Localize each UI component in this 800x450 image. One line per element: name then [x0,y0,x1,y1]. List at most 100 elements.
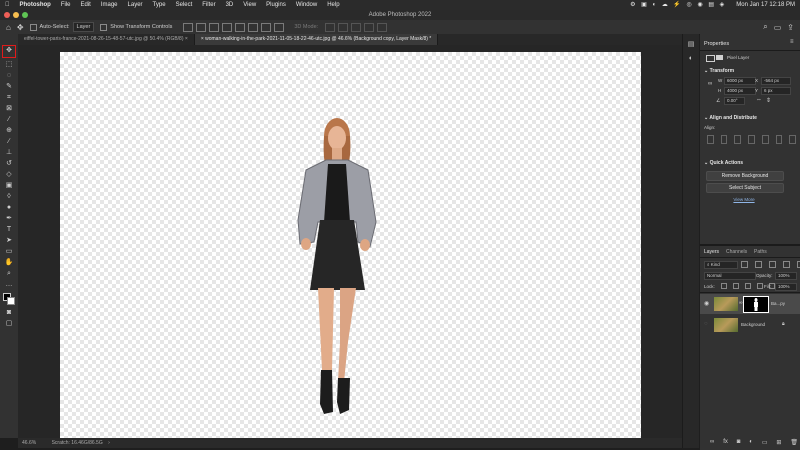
eyedropper-tool-icon[interactable]: ⁄ [3,115,15,125]
chevron-right-icon[interactable]: › [108,440,110,446]
apple-icon[interactable]:  [0,0,15,10]
lasso-tool-icon[interactable]: ◌ [3,71,15,81]
align-more-icon[interactable] [789,135,797,144]
hand-tool-icon[interactable]: ✋ [3,258,15,268]
distribute-icon[interactable] [261,22,272,32]
select-subject-button[interactable]: Select Subject [706,183,784,193]
close-icon[interactable]: × [201,36,204,42]
type-tool-icon[interactable]: T [3,225,15,235]
layer-mask-thumbnail[interactable] [743,296,769,313]
tab-woman-walking[interactable]: × woman-walking-in-the-park-2021-11-05-1… [194,34,439,45]
filter-adjustment-icon[interactable] [755,261,762,268]
show-transform-checkbox[interactable] [100,23,108,31]
lock-position-icon[interactable] [745,283,751,289]
3d-roll-icon[interactable] [338,22,349,32]
fx-icon[interactable]: fx [723,439,728,446]
link-icon[interactable]: ∞ [708,81,712,87]
align-left-icon[interactable] [183,22,194,32]
eye-icon[interactable]: ○ [704,321,708,327]
move-tool-icon[interactable]: ✥ [2,45,16,58]
layer-row-background[interactable]: ○ Background 🔒︎ [700,315,800,335]
lock-artboard-icon[interactable] [757,283,763,289]
menu-file[interactable]: File [56,0,76,10]
width-field[interactable]: 6000 px [724,77,756,85]
align-vertical-centers-icon[interactable] [761,135,769,144]
tab-channels[interactable]: Channels [726,249,747,255]
align-left-edges-icon[interactable] [707,135,714,144]
filter-shape-icon[interactable] [783,261,790,268]
layer-name[interactable]: Background [741,322,765,327]
filter-pixel-icon[interactable] [741,261,748,268]
menu-select[interactable]: Select [171,0,198,10]
close-icon[interactable]: × [185,36,188,42]
quick-actions-section-title[interactable]: ⌄ Quick Actions [704,160,743,166]
share-icon[interactable]: ⇪ [787,23,794,32]
history-panel-icon[interactable]: ▤ [685,40,697,50]
menu-3d[interactable]: 3D [221,0,239,10]
menu-photoshop[interactable]: Photoshop [15,0,56,10]
scratch-info[interactable]: Scratch: 16.46G/86.5G [52,440,103,446]
transform-section-title[interactable]: ⌄ Transform [704,68,734,74]
remove-background-button[interactable]: Remove Background [706,171,784,181]
blend-mode-dropdown[interactable]: Normal [704,272,756,280]
group-icon[interactable]: ▭ [762,439,768,446]
tab-layers[interactable]: Layers [704,249,719,255]
brush-tool-icon[interactable]: ∕ [3,137,15,147]
blur-tool-icon[interactable]: ◊ [3,192,15,202]
align-center-icon[interactable] [196,22,207,32]
document-canvas[interactable] [60,52,641,438]
move-tool-preset-icon[interactable]: ✥ [17,23,24,32]
dodge-tool-icon[interactable]: ● [3,203,15,213]
more-options-icon[interactable] [274,22,285,32]
3d-scale-icon[interactable] [377,22,388,32]
home-icon[interactable]: ⌂ [6,23,11,32]
eraser-tool-icon[interactable]: ◇ [3,170,15,180]
trash-icon[interactable]: 🗑︎ [790,439,798,446]
menu-edit[interactable]: Edit [76,0,96,10]
search-icon[interactable]: ⌕ [763,22,767,32]
status-icons[interactable]: ⚙ ▣ ◐ ☁ ⚡ ◎ ◉ ▤ ◈ [625,0,731,10]
3d-slide-icon[interactable] [364,22,375,32]
angle-field[interactable]: 0.00° [724,97,745,105]
frame-tool-icon[interactable]: ⊠ [3,104,15,114]
align-bottom-edges-icon[interactable] [775,135,783,144]
clone-stamp-tool-icon[interactable]: ⊥ [3,148,15,158]
menu-window[interactable]: Window [291,0,322,10]
adjustment-layer-icon[interactable]: ◐ [749,439,753,446]
add-mask-icon[interactable]: ◙ [737,439,741,446]
height-field[interactable]: 4000 px [724,87,756,95]
new-layer-icon[interactable]: ⊞ [776,439,781,446]
opacity-field[interactable]: 100% [775,272,797,280]
pen-tool-icon[interactable]: ✒ [3,214,15,224]
workspace-icon[interactable]: ▭ [774,23,782,32]
menu-type[interactable]: Type [148,0,171,10]
background-color-swatch[interactable] [7,297,15,305]
align-horizontal-centers-icon[interactable] [720,135,728,144]
align-top-edges-icon[interactable] [748,135,755,144]
kind-filter-dropdown[interactable]: ⌕ Kind [704,261,738,269]
link-layers-icon[interactable]: ∞ [710,439,714,446]
zoom-window-button[interactable] [22,12,28,18]
menu-image[interactable]: Image [96,0,123,10]
zoom-level[interactable]: 46.6% [22,440,36,446]
align-section-title[interactable]: ⌄ Align and Distribute [704,115,757,121]
align-middle-icon[interactable] [235,22,246,32]
healing-brush-tool-icon[interactable]: ⊕ [3,126,15,136]
lock-transparency-icon[interactable] [721,283,727,289]
auto-select-dropdown[interactable]: Layer [72,22,95,32]
screen-mode-icon[interactable]: ▢ [3,319,15,329]
tab-paths[interactable]: Paths [754,249,767,255]
menu-icon[interactable]: ≡ [790,39,794,45]
properties-tab[interactable]: Properties [704,41,729,47]
marquee-tool-icon[interactable]: ⬚ [3,60,15,70]
close-window-button[interactable] [4,12,10,18]
eye-icon[interactable]: ◉ [704,300,709,307]
align-right-edges-icon[interactable] [734,135,742,144]
history-brush-tool-icon[interactable]: ↺ [3,159,15,169]
quick-mask-icon[interactable]: ◙ [3,308,15,318]
flip-vertical-icon[interactable]: ⇕ [766,97,771,104]
quick-select-tool-icon[interactable]: ✎ [3,82,15,92]
menu-layer[interactable]: Layer [123,0,148,10]
menu-help[interactable]: Help [322,0,344,10]
x-field[interactable]: -564 px [761,77,791,85]
